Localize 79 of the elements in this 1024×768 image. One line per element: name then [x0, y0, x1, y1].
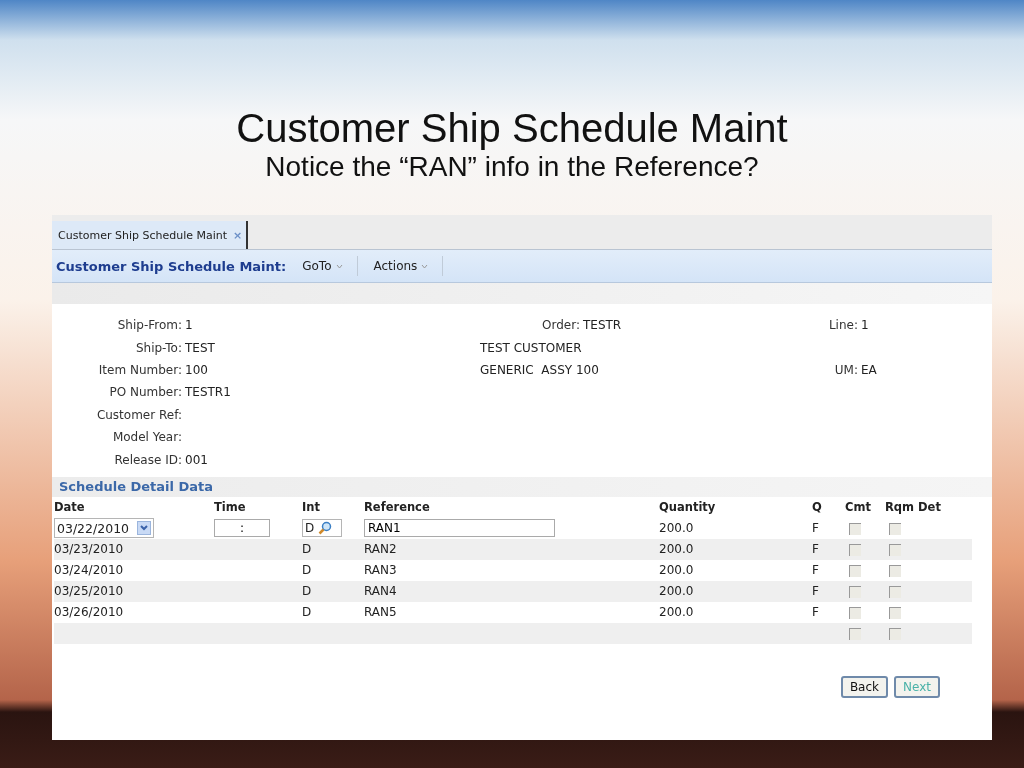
checkbox[interactable] [849, 543, 861, 556]
int-field[interactable]: D [302, 519, 342, 538]
field-label: Ship-To: [134, 340, 182, 355]
table-cell-text: RAN2 [364, 542, 398, 557]
field-value: GENERIC ASSY 100 [479, 362, 599, 377]
field-value: 001 [184, 452, 208, 467]
table-cell-text: RAN5 [364, 605, 398, 620]
table-cell-text: 200.0 [659, 521, 695, 536]
table-cell-text: RAN4 [364, 584, 398, 599]
field-label: Order: [541, 318, 580, 333]
field-label: Release ID: [113, 452, 182, 467]
field-value: 1 [860, 318, 869, 333]
table-cell-text: 200.0 [659, 542, 695, 557]
column-header: Cmt [845, 500, 872, 515]
menu-button[interactable]: GoTo [300, 259, 357, 273]
checkbox[interactable] [849, 606, 861, 619]
caret-icon[interactable] [421, 263, 429, 269]
table-cell-text: 03/24/2010 [54, 563, 125, 578]
checkbox[interactable] [889, 585, 901, 598]
field-value: TEST CUSTOMER [479, 340, 582, 355]
field-label: PO Number: [108, 385, 182, 400]
search-icon[interactable] [318, 521, 333, 536]
checkbox[interactable] [849, 627, 861, 640]
dropdown-icon[interactable] [137, 521, 152, 536]
column-header: Quantity [659, 500, 717, 515]
menu-button[interactable]: Actions [371, 259, 443, 273]
checkbox[interactable] [889, 564, 901, 577]
table-cell-text: 03/23/2010 [54, 542, 125, 557]
time-field[interactable]: : [214, 519, 270, 538]
section-title: Schedule Detail Data [59, 479, 214, 495]
checkbox[interactable] [849, 564, 861, 577]
table-cell-text: D [302, 563, 313, 578]
checkbox[interactable] [889, 522, 901, 535]
field-value: TESTR [582, 318, 622, 333]
field-label: Ship-From: [116, 318, 182, 333]
table-cell-text: D [302, 584, 313, 599]
table-cell-text: F [812, 605, 820, 620]
field-label: Model Year: [111, 430, 182, 445]
checkbox[interactable] [849, 522, 861, 535]
field-label: Customer Ref: [95, 407, 182, 422]
column-header: Date [54, 500, 86, 515]
column-header: Q [812, 500, 823, 515]
field-value: TEST [184, 340, 215, 355]
checkbox[interactable] [889, 543, 901, 556]
checkbox[interactable] [889, 627, 901, 640]
column-header: Reference [364, 500, 431, 515]
field-label: Item Number: [97, 362, 182, 377]
reference-field[interactable]: RAN1 [364, 519, 555, 538]
slide-subtitle: Notice the “RAN” info in the Reference? [264, 152, 760, 182]
field-value: 1 [184, 318, 193, 333]
caret-icon[interactable] [335, 263, 343, 269]
column-header: Rqm Det [885, 500, 942, 515]
table-cell-text: 200.0 [659, 563, 695, 578]
back-button[interactable]: Back [840, 675, 889, 698]
column-header: Int [302, 500, 321, 515]
column-header: Time [214, 500, 247, 515]
table-cell-text: F [812, 584, 820, 599]
table-cell-text: F [812, 521, 820, 536]
date-field[interactable]: 03/22/2010 [54, 518, 155, 539]
field-label: Line: [827, 318, 858, 333]
table-cell-text: D [302, 542, 313, 557]
tab-label[interactable]: Customer Ship Schedule Maint [58, 228, 228, 242]
table-cell-text: F [812, 563, 820, 578]
table-cell-text: 200.0 [659, 584, 695, 599]
tab[interactable]: Customer Ship Schedule Maint × [52, 221, 249, 249]
checkbox[interactable] [849, 585, 861, 598]
field-label: UM: [833, 362, 858, 377]
table-cell-text: 03/26/2010 [54, 605, 125, 620]
field-value: 100 [184, 362, 208, 377]
page-title: Customer Ship Schedule Maint: [55, 258, 288, 274]
checkbox[interactable] [889, 606, 901, 619]
table-cell-text: RAN3 [364, 563, 398, 578]
table-cell-text: D [302, 605, 313, 620]
slide-title: Customer Ship Schedule Maint [235, 105, 789, 152]
table-cell-text: 03/25/2010 [54, 584, 125, 599]
table-cell-text: 200.0 [659, 605, 695, 620]
field-value: EA [860, 362, 877, 377]
table-cell-text: F [812, 542, 820, 557]
field-value: TESTR1 [184, 385, 231, 400]
